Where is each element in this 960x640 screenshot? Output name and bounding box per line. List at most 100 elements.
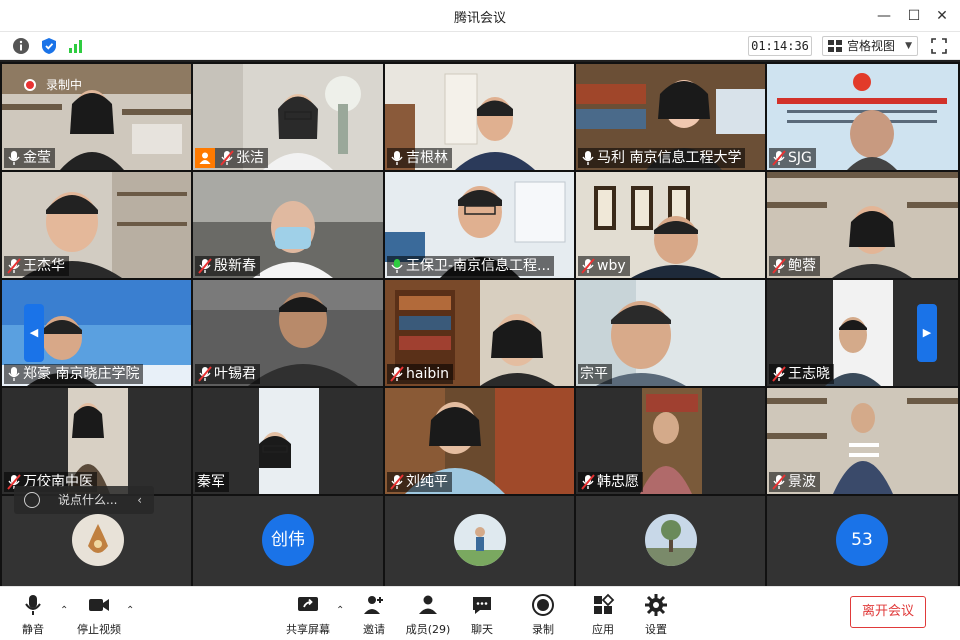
mic-icon — [582, 151, 594, 165]
add-user-icon — [364, 596, 383, 614]
view-mode-dropdown[interactable]: 宫格视图 ▼ — [822, 36, 918, 56]
participant-name: 鲍蓉 — [788, 258, 816, 274]
chat-label: 聊天 — [471, 623, 493, 636]
meeting-timer: 01:14:36 — [748, 36, 812, 56]
participant-name: SJG — [788, 150, 812, 166]
participant-name: 殷新春 — [214, 258, 256, 274]
invite-button[interactable]: 邀请 — [346, 593, 402, 637]
video-tile[interactable]: 叶锡君 — [193, 280, 383, 386]
participant-nametag: haibin — [387, 364, 453, 384]
video-tile[interactable]: 韩忠愿 — [576, 388, 765, 494]
video-tile[interactable]: 马利 南京信息工程大学 — [576, 64, 765, 170]
participant-name: wby — [597, 258, 626, 274]
video-tile[interactable]: 吉根林 — [385, 64, 574, 170]
recording-indicator: 录制中 — [10, 76, 82, 93]
maximize-icon[interactable]: ☐ — [902, 4, 926, 28]
participant-name: haibin — [406, 366, 449, 382]
video-tile[interactable]: 录制中 金莹 — [2, 64, 191, 170]
video-tile[interactable]: 张洁 — [193, 64, 383, 170]
video-tile[interactable]: 王杰华 — [2, 172, 191, 278]
video-tile[interactable]: ◀ 郑豪 南京晓庄学院 — [2, 280, 191, 386]
video-tile-speaking[interactable]: 王保卫-南京信息工程... — [385, 172, 574, 278]
avatar-tile[interactable]: 创伟 — [193, 496, 383, 586]
apps-button[interactable]: 应用 — [575, 593, 631, 637]
video-tile[interactable]: 鲍蓉 — [767, 172, 958, 278]
members-label: 成员(29) — [405, 623, 451, 636]
chevron-up-icon[interactable]: ⌃ — [126, 605, 134, 616]
participant-nametag: 鲍蓉 — [769, 256, 820, 276]
next-page-arrow[interactable]: ▶ — [917, 304, 937, 362]
video-tile[interactable]: haibin — [385, 280, 574, 386]
fullscreen-icon[interactable] — [930, 37, 948, 55]
chevron-left-icon[interactable]: ‹ — [137, 486, 142, 514]
mic-muted-icon — [581, 474, 595, 490]
minimize-icon[interactable]: — — [872, 4, 896, 28]
leave-meeting-button[interactable]: 离开会议 — [850, 596, 926, 628]
mic-muted-icon — [772, 150, 786, 166]
record-label: 录制 — [532, 623, 554, 636]
video-tile[interactable]: 宗平 — [576, 280, 765, 386]
participant-nametag: 景波 — [769, 472, 820, 492]
avatar-initials: 创伟 — [271, 530, 305, 550]
participant-name: 刘纯平 — [406, 474, 448, 490]
participant-nametag: 郑豪 南京晓庄学院 — [4, 364, 144, 384]
apps-label: 应用 — [592, 623, 614, 636]
mic-speaking-icon — [391, 259, 403, 273]
chat-input[interactable]: 说点什么... ‹ — [14, 486, 154, 514]
share-screen-icon — [298, 597, 318, 611]
participant-nametag: 马利 南京信息工程大学 — [578, 148, 746, 168]
participant-nametag: 叶锡君 — [195, 364, 260, 384]
video-tile[interactable]: ▶ 王志晓 — [767, 280, 958, 386]
bottom-control-bar: 静音 ⌃ 停止视频 ⌃ 共享屏幕 ⌃ 邀请 成员(29) 聊天 录制 应用 设置… — [0, 586, 960, 640]
participant-name: 叶锡君 — [214, 366, 256, 382]
shield-icon[interactable] — [40, 37, 58, 55]
avatar-tile[interactable] — [576, 496, 765, 586]
participant-name: 金莹 — [23, 150, 51, 166]
stop-video-button[interactable]: 停止视频 — [70, 593, 128, 637]
avatar — [72, 514, 124, 566]
video-tile[interactable]: 刘纯平 — [385, 388, 574, 494]
info-icon[interactable] — [12, 37, 30, 55]
mic-icon — [8, 151, 20, 165]
record-button[interactable]: 录制 — [515, 593, 571, 637]
record-dot-icon — [24, 78, 36, 91]
record-icon — [532, 594, 554, 616]
video-tile[interactable]: 秦军 — [193, 388, 383, 494]
video-tile[interactable]: 万佼南中医 — [2, 388, 191, 494]
video-camera-icon — [89, 599, 109, 611]
participant-name: 韩忠愿 — [597, 474, 639, 490]
chevron-up-icon[interactable]: ⌃ — [336, 605, 344, 616]
avatar: 53 — [836, 514, 888, 566]
participant-name: 宗平 — [580, 366, 608, 382]
mic-muted-icon — [198, 366, 212, 382]
mic-icon — [8, 367, 20, 381]
previous-page-arrow[interactable]: ◀ — [24, 304, 44, 362]
settings-button[interactable]: 设置 — [628, 593, 684, 637]
video-tile[interactable]: SJG — [767, 64, 958, 170]
mic-muted-icon — [390, 366, 404, 382]
mute-button[interactable]: 静音 — [5, 593, 61, 637]
share-screen-button[interactable]: 共享屏幕 — [280, 593, 336, 637]
stop-video-label: 停止视频 — [77, 623, 121, 636]
avatar-tile[interactable] — [385, 496, 574, 586]
video-tile[interactable]: 殷新春 — [193, 172, 383, 278]
top-toolbar: 01:14:36 宫格视图 ▼ — [0, 32, 960, 60]
view-mode-label: 宫格视图 — [847, 39, 896, 53]
emoji-icon[interactable] — [24, 492, 40, 508]
avatar-tile[interactable]: 53 — [767, 496, 958, 586]
participant-nametag: 秦军 — [195, 472, 229, 492]
video-tile[interactable]: wby — [576, 172, 765, 278]
video-grid: 录制中 金莹 张洁 吉根林 马利 南京信息工程大学 SJG 王杰华 殷新春 王保… — [0, 62, 960, 586]
chevron-up-icon[interactable]: ⌃ — [60, 605, 68, 616]
members-button[interactable]: 成员(29) — [400, 593, 456, 637]
participant-nametag: 宗平 — [578, 364, 612, 384]
signal-icon[interactable] — [67, 37, 85, 55]
close-icon[interactable]: ✕ — [930, 4, 954, 28]
mic-icon — [391, 151, 403, 165]
chat-button[interactable]: 聊天 — [454, 593, 510, 637]
participant-name: 张洁 — [236, 150, 264, 166]
video-tile[interactable]: 景波 — [767, 388, 958, 494]
participant-nametag: wby — [578, 256, 630, 276]
participant-name: 景波 — [788, 474, 816, 490]
participant-nametag: 王保卫-南京信息工程... — [387, 256, 555, 276]
